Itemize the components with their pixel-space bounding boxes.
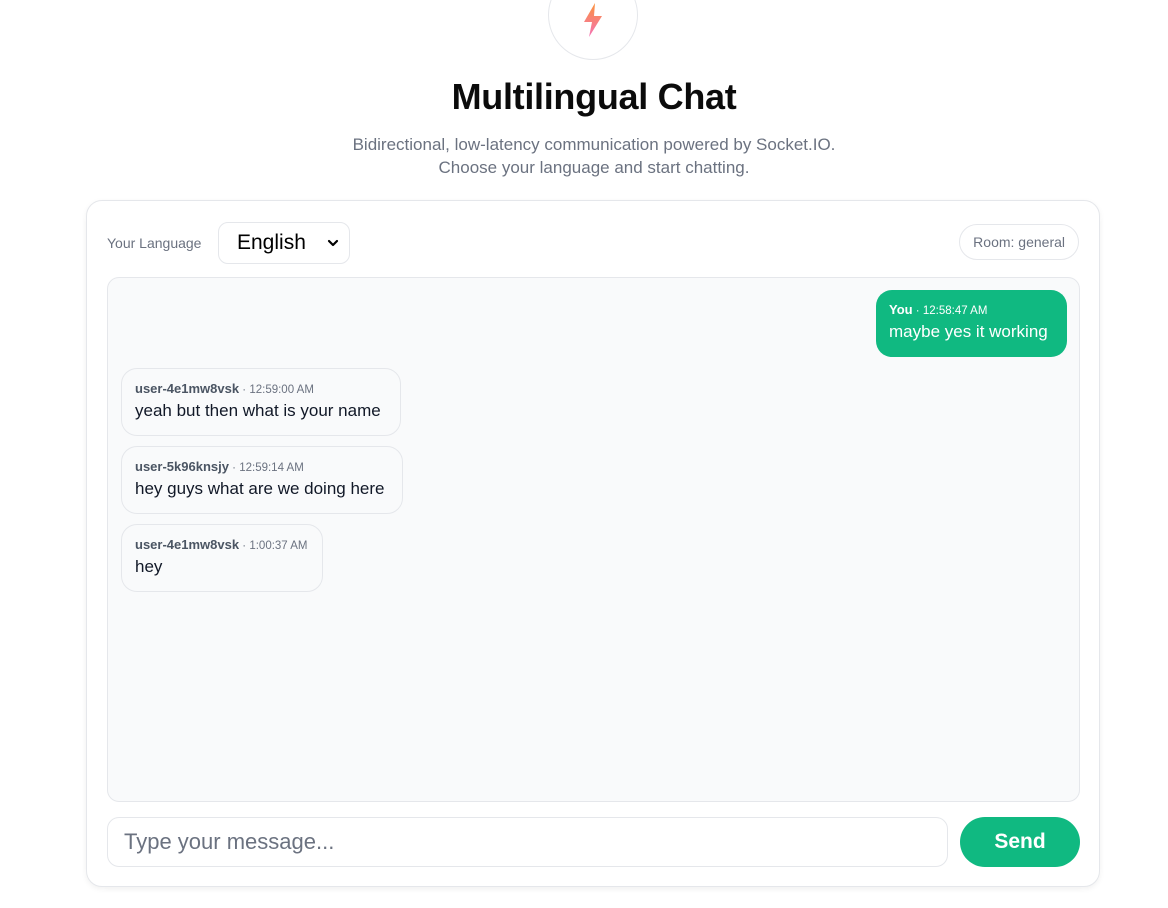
page-title: Multilingual Chat bbox=[451, 76, 737, 117]
message-text: yeah but then what is your name bbox=[135, 401, 381, 420]
message-bubble: user-5k96knsjy · 12:59:14 AM hey guys wh… bbox=[121, 446, 403, 514]
message-text: hey guys what are we doing here bbox=[135, 479, 385, 498]
message-meta: user-4e1mw8vsk · 12:59:00 AM bbox=[135, 382, 387, 397]
message-time: 12:58:47 AM bbox=[922, 305, 988, 317]
message-author: user-4e1mw8vsk bbox=[135, 381, 240, 396]
room-badge: Room: general bbox=[959, 224, 1079, 260]
message-input[interactable] bbox=[107, 817, 948, 867]
logo bbox=[548, 0, 638, 60]
message-author: You bbox=[889, 302, 913, 317]
subtitle-line-2: Choose your language and start chatting. bbox=[438, 158, 750, 177]
message-time: 12:59:14 AM bbox=[239, 462, 304, 474]
meta-separator: · bbox=[242, 540, 247, 552]
language-select-value: English bbox=[237, 231, 306, 254]
message-time: 12:59:00 AM bbox=[249, 384, 314, 396]
page-subtitle: Bidirectional, low-latency communication… bbox=[0, 133, 1168, 179]
message-bubble: user-4e1mw8vsk · 1:00:37 AM hey bbox=[121, 524, 323, 592]
message-meta: user-5k96knsjy · 12:59:14 AM bbox=[135, 460, 389, 475]
message-bubble-own: You · 12:58:47 AM maybe yes it working bbox=[876, 290, 1067, 357]
message-list[interactable]: You · 12:58:47 AM maybe yes it working u… bbox=[107, 277, 1080, 802]
message-author: user-5k96knsjy bbox=[135, 459, 229, 474]
subtitle-line-1: Bidirectional, low-latency communication… bbox=[352, 135, 836, 154]
message-meta: You · 12:58:47 AM bbox=[889, 303, 1054, 318]
send-button[interactable]: Send bbox=[960, 817, 1080, 867]
meta-separator: · bbox=[232, 462, 236, 474]
lightning-bolt-icon bbox=[584, 3, 602, 37]
message-meta: user-4e1mw8vsk · 1:00:37 AM bbox=[135, 538, 309, 553]
language-select[interactable]: English bbox=[218, 222, 350, 264]
meta-separator: · bbox=[915, 305, 920, 317]
message-author: user-4e1mw8vsk bbox=[135, 537, 240, 552]
chat-card: Your Language English Room: general You … bbox=[86, 200, 1100, 887]
message-text: hey bbox=[135, 557, 163, 576]
language-label: Your Language bbox=[107, 235, 202, 251]
meta-separator: · bbox=[242, 384, 247, 396]
message-bubble: user-4e1mw8vsk · 12:59:00 AM yeah but th… bbox=[121, 368, 401, 436]
message-time: 1:00:37 AM bbox=[249, 540, 308, 552]
message-text: maybe yes it working bbox=[889, 322, 1048, 341]
chevron-down-icon bbox=[327, 239, 339, 247]
